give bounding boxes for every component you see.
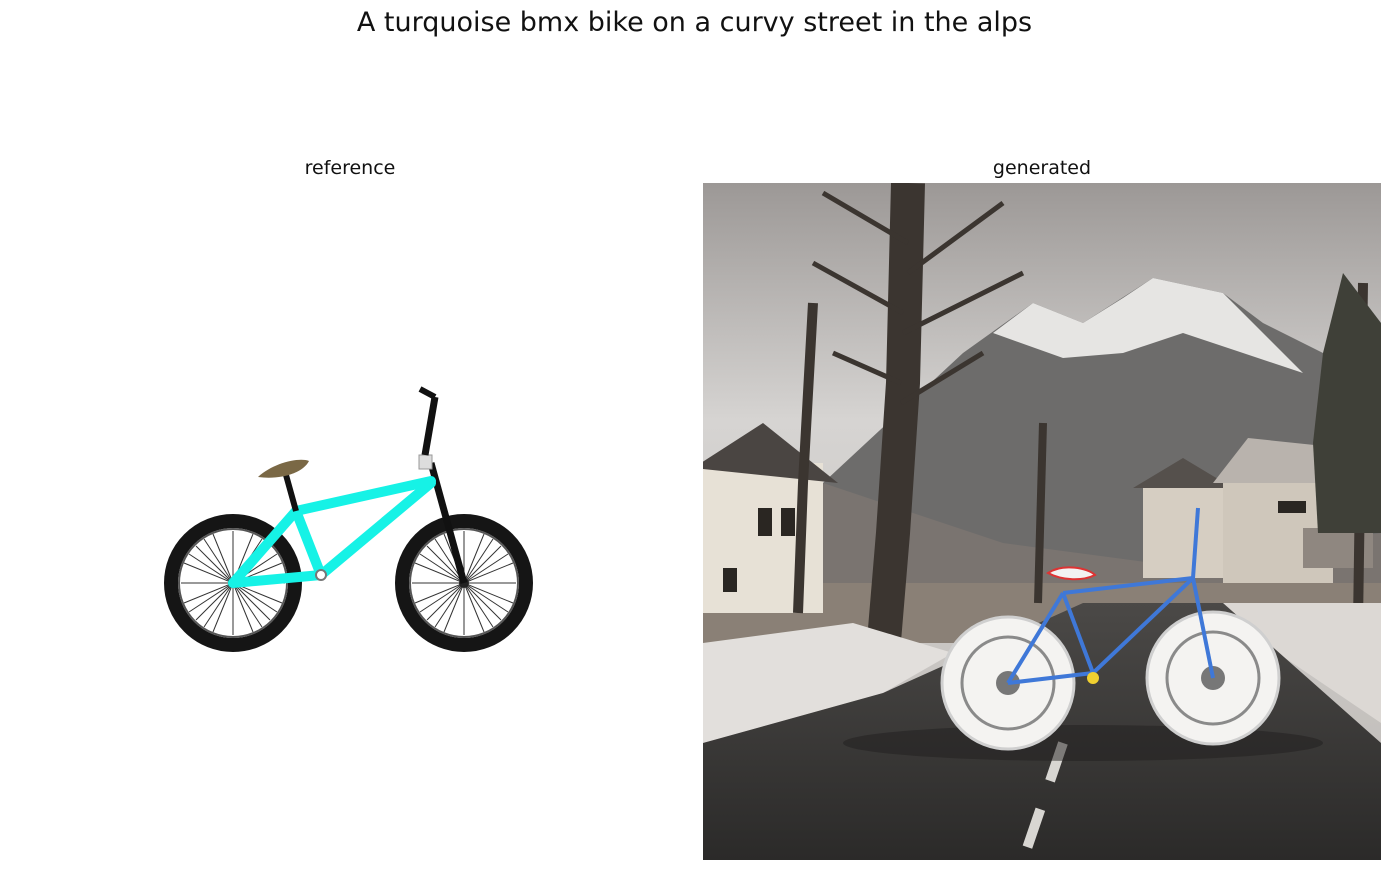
reference-image [11, 183, 689, 860]
saddle [258, 459, 309, 478]
generated-scene [703, 183, 1381, 860]
generated-title: generated [992, 157, 1092, 179]
generated-image [703, 183, 1381, 860]
reference-bike-illustration [164, 386, 533, 652]
figure-title: A turquoise bmx bike on a curvy street i… [356, 7, 1033, 38]
reference-title: reference [304, 157, 396, 179]
